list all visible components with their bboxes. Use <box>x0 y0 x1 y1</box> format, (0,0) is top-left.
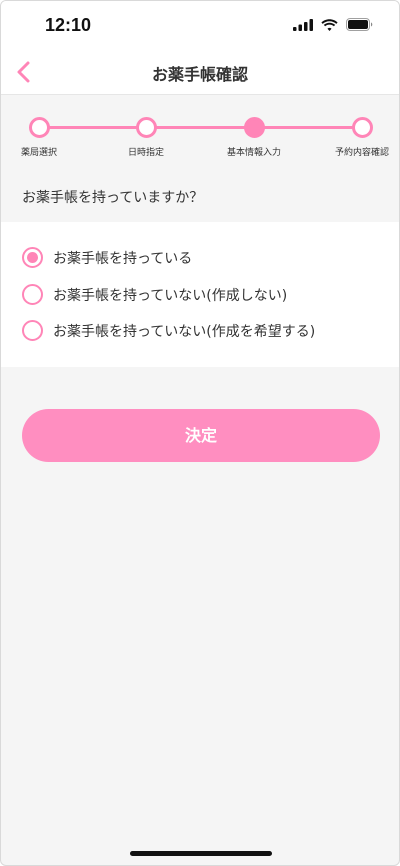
radio-checked-icon[interactable] <box>22 247 43 268</box>
step-3-label: 基本情報入力 <box>227 148 282 158</box>
step-1-label: 薬局選択 <box>21 148 58 158</box>
battery-icon <box>346 18 373 31</box>
page-title: お薬手帳確認 <box>151 65 248 84</box>
home-indicator <box>130 851 272 856</box>
option-list: お薬手帳を持っている お薬手帳を持っていない(作成しない) お薬手帳を持っていな… <box>1 222 399 367</box>
step-3-dot <box>244 117 265 138</box>
radio-unchecked-icon[interactable] <box>22 284 43 305</box>
step-2-label: 日時指定 <box>128 148 165 158</box>
step-4-label: 予約内容確認 <box>335 148 390 158</box>
option-label: お薬手帳を持っていない(作成しない) <box>53 287 288 304</box>
option-no-notebook-create[interactable]: お薬手帳を持っていない(作成を希望する) <box>22 320 315 341</box>
step-2-dot <box>136 117 157 138</box>
navigation-header: お薬手帳確認 <box>1 51 399 95</box>
stepper-line <box>39 126 362 129</box>
radio-unchecked-icon[interactable] <box>22 320 43 341</box>
step-4-dot <box>352 117 373 138</box>
submit-button[interactable]: 決定 <box>22 409 380 462</box>
question-text: お薬手帳を持っていますか？ <box>22 190 204 206</box>
option-label: お薬手帳を持っている <box>53 250 193 267</box>
signal-icon <box>293 18 313 31</box>
status-bar: 12:10 <box>1 1 399 51</box>
wifi-icon <box>321 18 338 31</box>
option-label: お薬手帳を持っていない(作成を希望する) <box>53 323 316 340</box>
option-has-notebook[interactable]: お薬手帳を持っている <box>22 247 192 268</box>
step-1-dot <box>29 117 50 138</box>
option-no-notebook-no-create[interactable]: お薬手帳を持っていない(作成しない) <box>22 284 287 305</box>
status-icons <box>293 18 373 31</box>
status-time: 12:10 <box>45 15 92 35</box>
app-screen: 12:10 お薬手帳確認 薬局選択 日時指定 基本情報入力 予約内容確認 お薬手… <box>0 0 400 866</box>
progress-stepper: 薬局選択 日時指定 基本情報入力 予約内容確認 <box>1 96 399 166</box>
